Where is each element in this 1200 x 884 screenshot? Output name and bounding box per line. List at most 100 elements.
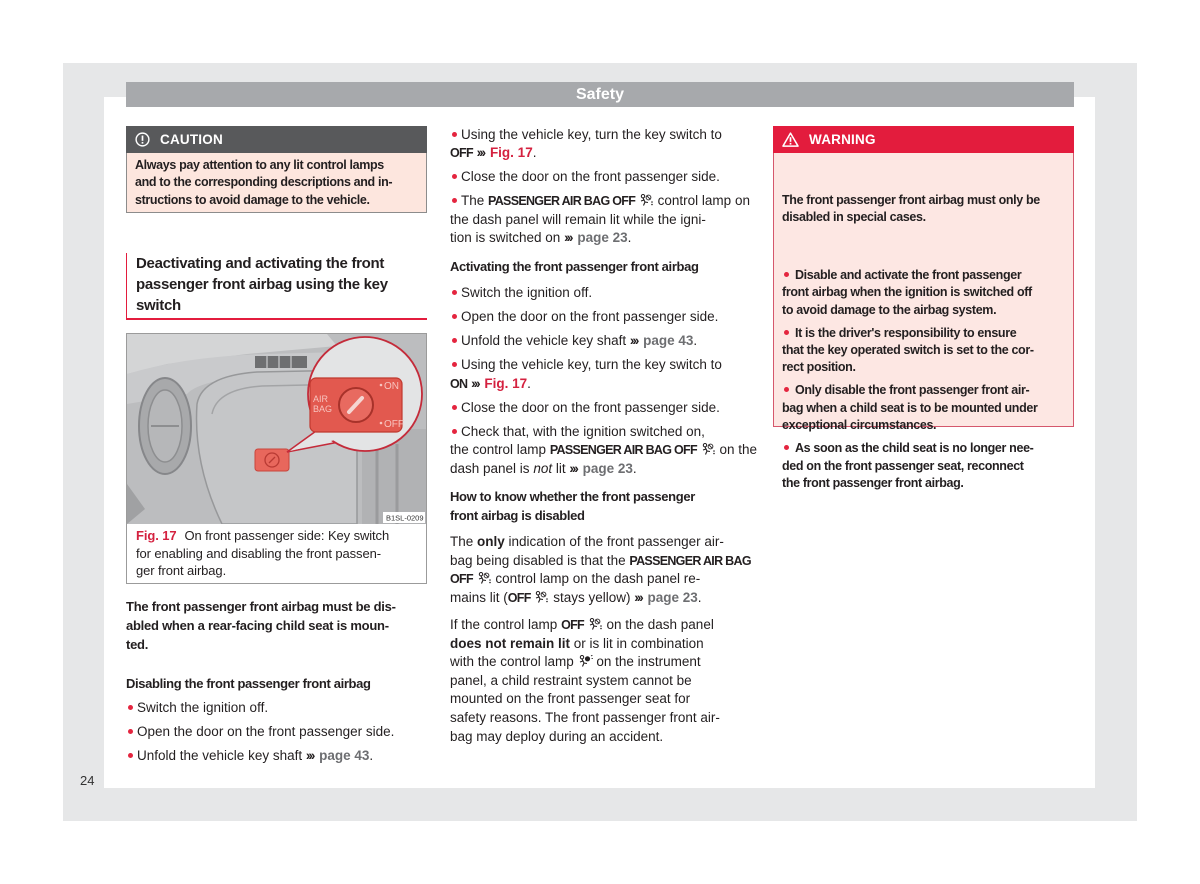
text-run: Using the vehicle key, turn the key swit… [461, 126, 722, 142]
bold-text: only [477, 534, 505, 550]
list-item: Close the door on the front passenger si… [450, 168, 750, 187]
text-run: Open the door on the front passenger sid… [137, 723, 395, 739]
chapter-header: Safety [126, 82, 1074, 107]
list-item: Check that, with the ignition switched o… [450, 423, 757, 479]
bullet-icon [452, 404, 457, 410]
list-item: Close the door on the front passenger si… [450, 399, 750, 418]
figure-number: Fig. 17 [136, 528, 177, 543]
airbag-off-icon [534, 590, 549, 605]
text-run: The [450, 534, 478, 550]
switch-label-off: OFF [384, 419, 404, 430]
airbag-off-icon [477, 571, 492, 586]
disabling-steps: Switch the ignition off. Open the door on… [126, 699, 427, 771]
disabling-heading: Disabling the front passenger front airb… [126, 675, 371, 691]
page-link[interactable]: page 43 [643, 333, 693, 348]
bullet-icon [452, 362, 457, 368]
switch-label-on: ON [384, 381, 399, 392]
bullet-icon [452, 290, 457, 296]
cross-reference-arrow: ››› [634, 589, 643, 605]
middle-column: Using the vehicle key, turn the key swit… [450, 126, 757, 755]
text-run: . [632, 460, 637, 476]
caution-box: CAUTION Always pay attention to any lit … [126, 126, 427, 213]
airbag-off-icon [639, 193, 654, 208]
caution-label: CAUTION [160, 132, 223, 147]
list-item: Open the door on the front passenger sid… [450, 308, 750, 327]
howto-heading: How to know whether the front passenger … [450, 489, 695, 524]
bullet-icon [452, 174, 457, 180]
list-item: Open the door on the front passenger sid… [126, 723, 427, 742]
list-item: Disable and activate the front passenger… [782, 267, 1065, 319]
text-run: . [532, 145, 537, 161]
indicator-lamp-label: OFF [507, 590, 532, 605]
text-run: Using the vehicle key, turn the key swit… [461, 357, 722, 373]
bullet-icon [128, 728, 133, 734]
text-run: . [627, 230, 632, 246]
text-run: Switch the ignition off. [461, 285, 593, 301]
page-link[interactable]: page 23 [583, 461, 633, 476]
text-run: . [697, 589, 702, 605]
text-run: Unfold the vehicle key shaft [137, 747, 306, 763]
bullet-icon [128, 752, 133, 758]
indicator-lamp-label: OFF [450, 146, 474, 161]
bullet-icon [784, 271, 789, 277]
bullet-icon [452, 428, 457, 434]
page-link[interactable]: page 23 [577, 230, 627, 245]
warning-box: WARNING The front passenger front airbag… [773, 126, 1074, 490]
cross-reference-arrow: ››› [305, 747, 315, 763]
activating-steps: Switch the ignition off. Open the door on… [450, 284, 757, 479]
figure-caption: Fig. 17 On front passenger side: Key swit… [127, 524, 426, 580]
warning-label: WARNING [809, 132, 876, 147]
figure-link[interactable]: Fig. 17 [484, 376, 527, 391]
indicator-lamp-label: OFF [561, 618, 585, 633]
list-item: Unfold the vehicle key shaft ››› page 43… [450, 332, 750, 351]
airbag-off-icon [701, 442, 716, 457]
cross-reference-arrow: ››› [564, 230, 573, 246]
page-link[interactable]: page 43 [319, 748, 369, 763]
howto-paragraph: If the control lamp OFF on the dash pane… [450, 616, 750, 746]
list-item: It is the driver's responsibility to ens… [782, 325, 1065, 377]
cross-reference-arrow: ››› [629, 333, 639, 349]
figure-link[interactable]: Fig. 17 [490, 145, 533, 160]
airbag-label-air: AIR [313, 394, 329, 404]
warning-intro: The front passenger front airbag must on… [782, 192, 1040, 225]
text-run: . [369, 747, 374, 763]
list-item: Unfold the vehicle key shaft ››› page 43… [126, 747, 427, 766]
text-run: stays yellow) [549, 589, 635, 605]
cross-reference-arrow: ››› [476, 145, 486, 161]
bullet-icon [452, 314, 457, 320]
text-run: If the control lamp [450, 617, 562, 633]
indicator-lamp-label: PASSENGER AIR BAG OFF [488, 194, 636, 209]
list-item: As soon as the child seat is no longer n… [782, 440, 1065, 492]
list-item: Using the vehicle key, turn the key swit… [450, 356, 750, 393]
bullet-icon [784, 329, 789, 335]
exclamation-circle-icon [135, 132, 150, 147]
text-run: Close the door on the front passenger si… [461, 169, 720, 185]
warning-content: The front passenger front airbag must on… [774, 153, 1073, 537]
text-run: The [461, 193, 489, 209]
caution-header: CAUTION [126, 126, 427, 153]
bullet-icon [452, 338, 457, 344]
howto-paragraph: The only indication of the front passeng… [450, 533, 752, 607]
bullet-icon [784, 387, 789, 393]
airbag-off-icon [588, 617, 603, 632]
rear-facing-seat-notice: The front passenger front airbag must be… [126, 598, 396, 652]
text-run: Disable and activate the front passenger… [782, 267, 1032, 317]
text-run: It is the driver's responsibility to ens… [782, 325, 1034, 375]
indicator-lamp-label: PASSENGER AIR BAG OFF [549, 443, 698, 458]
bullet-icon [784, 445, 789, 451]
activating-heading: Activating the front passenger front air… [450, 259, 699, 275]
text-run: . [693, 333, 698, 349]
section-title: Deactivating and activating the front pa… [126, 253, 427, 320]
disabling-steps-continued: Using the vehicle key, turn the key swit… [450, 126, 750, 248]
airbag-warning-icon [578, 654, 593, 669]
figure-code: B1SL-0209 [386, 514, 424, 523]
list-item: Switch the ignition off. [126, 699, 427, 718]
page-link[interactable]: page 23 [647, 590, 697, 605]
text-run: Close the door on the front passenger si… [461, 399, 720, 415]
caution-text: Always pay attention to any lit control … [135, 158, 393, 207]
key-switch-illustration: AIR BAG ON OFF B1SL-0209 [127, 334, 426, 524]
bullet-icon [452, 131, 457, 137]
bullet-icon [452, 198, 457, 204]
text-run: lit [552, 460, 570, 476]
list-item: Only disable the front passenger front a… [782, 382, 1065, 434]
